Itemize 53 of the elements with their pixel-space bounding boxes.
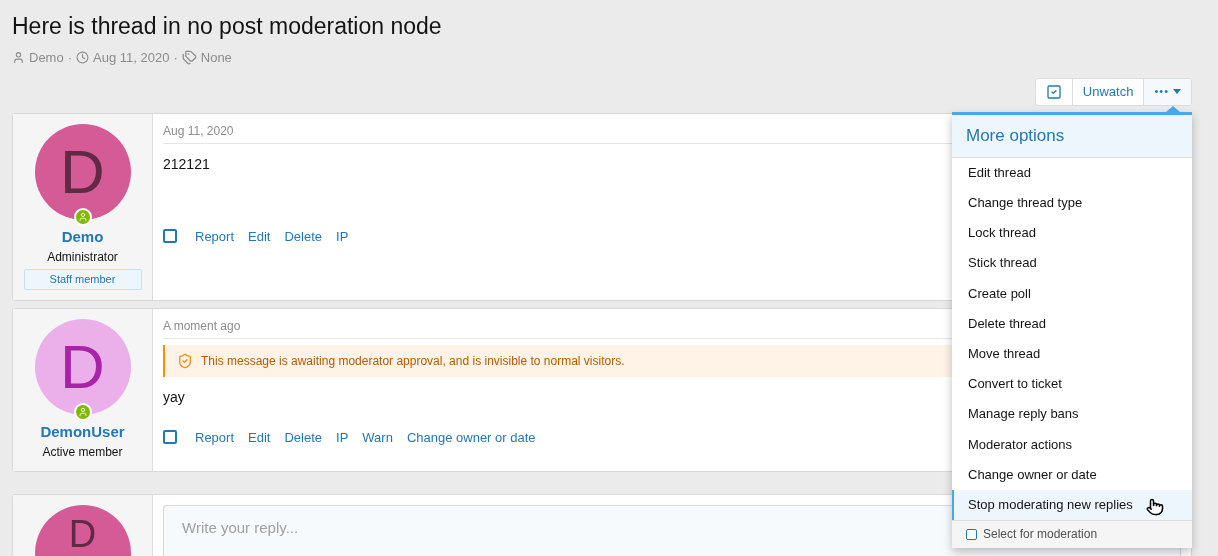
menu-item[interactable]: Edit thread — [952, 157, 1192, 188]
menu-item[interactable]: Stop moderating new replies — [952, 489, 1192, 520]
user-title: Active member — [42, 444, 123, 461]
avatar-initial: D — [68, 515, 97, 553]
checkbox[interactable] — [966, 528, 977, 540]
clock-icon — [76, 51, 90, 65]
post-action-link[interactable]: Edit — [248, 226, 271, 246]
avatar[interactable]: D — [34, 123, 131, 220]
username-link[interactable]: Demo — [61, 225, 104, 248]
notice-text: This message is awaiting moderator approval, and is invisible to normal visitors. — [201, 352, 625, 370]
menu-item[interactable]: Move thread — [952, 338, 1192, 369]
avatar-initial: D — [60, 140, 105, 203]
hand-cursor-icon — [1146, 497, 1164, 516]
staff-banner: Staff member — [23, 269, 142, 290]
post-action-link[interactable]: Change owner or date — [406, 427, 536, 447]
thread-title: Here is thread in no post moderation node — [12, 12, 443, 40]
post-action-link[interactable]: Delete — [284, 226, 322, 246]
menu-item[interactable]: Change thread type — [952, 187, 1192, 218]
post-action-link[interactable]: Report — [195, 226, 235, 246]
checkbox[interactable] — [163, 229, 177, 244]
more-options-button[interactable]: ••• — [1144, 78, 1191, 105]
checked-box-icon — [1045, 83, 1062, 100]
tags-icon — [181, 50, 197, 66]
separator-dot: · — [67, 49, 73, 67]
menu-item[interactable]: Create poll — [952, 278, 1192, 309]
post-action-link[interactable]: IP — [336, 427, 349, 447]
username-link[interactable]: DemonUser — [40, 420, 125, 443]
checkbox[interactable] — [163, 430, 177, 445]
menu-item[interactable]: Lock thread — [952, 217, 1192, 249]
post-action-link[interactable]: Delete — [284, 427, 322, 447]
menu-title: More options — [952, 115, 1192, 158]
post-action-link[interactable]: Edit — [248, 427, 271, 447]
avatar-initial: D — [60, 335, 105, 398]
thread-date[interactable]: Aug 11, 2020 — [93, 48, 170, 68]
post-action-link[interactable]: IP — [336, 226, 349, 246]
caret-icon — [1173, 89, 1181, 94]
menu-item[interactable]: Manage reply bans — [952, 399, 1192, 430]
post-action-link[interactable]: Report — [195, 427, 235, 447]
menu-item[interactable]: Moderator actions — [952, 429, 1192, 460]
separator-dot: · — [173, 49, 178, 67]
post-body: yay — [163, 387, 185, 407]
avatar[interactable]: D — [34, 505, 131, 556]
menu-item[interactable]: Convert to ticket — [952, 368, 1192, 399]
menu-item[interactable]: Change owner or date — [952, 459, 1192, 490]
user-icon — [12, 51, 25, 65]
thread-tags: None — [200, 48, 232, 68]
thread-author[interactable]: Demo — [29, 48, 64, 68]
user-title: Administrator — [47, 249, 118, 266]
avatar[interactable]: D — [34, 318, 131, 415]
shield-icon — [177, 352, 193, 369]
post-action-link[interactable]: Warn — [362, 427, 393, 447]
menu-item[interactable]: Stick thread — [952, 248, 1192, 279]
post-body: 212121 — [163, 154, 210, 174]
